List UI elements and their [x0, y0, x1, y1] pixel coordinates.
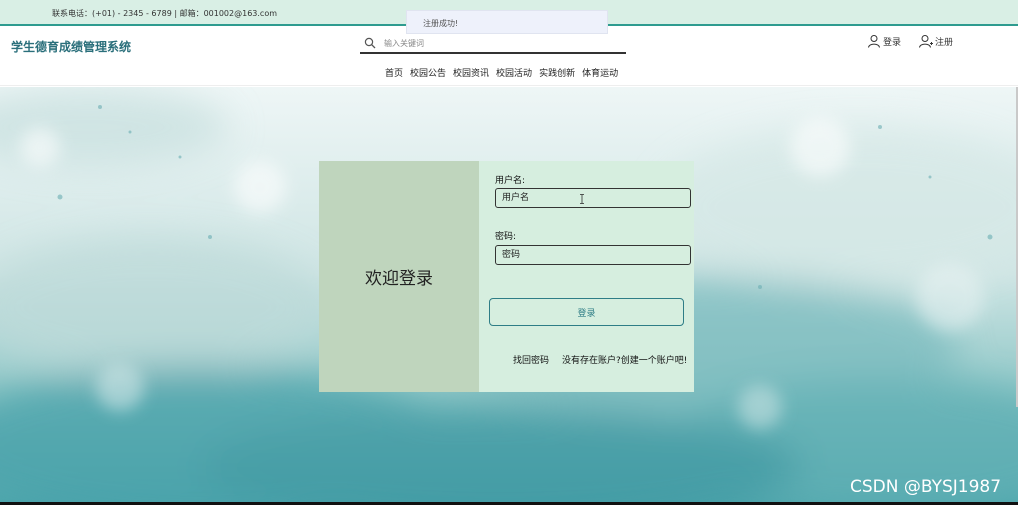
site-header: 学生德育成绩管理系统 登录 注册 首页 校园公告 校园资讯 校园活动 实践创新 … [0, 28, 1018, 86]
nav-item-sports[interactable]: 体育运动 [582, 66, 618, 79]
login-button[interactable]: 登录 [489, 298, 684, 326]
forgot-password-link[interactable]: 找回密码 [513, 353, 549, 366]
site-title[interactable]: 学生德育成绩管理系统 [11, 38, 131, 55]
user-icon [868, 35, 880, 48]
nav-item-activities[interactable]: 校园活动 [496, 66, 532, 79]
login-form: 用户名: 密码: 登录 找回密码 没有存在账户?创建一个账户吧! [479, 161, 694, 392]
main-nav: 首页 校园公告 校园资讯 校园活动 实践创新 体育运动 [385, 66, 618, 79]
create-account-link[interactable]: 没有存在账户?创建一个账户吧! [562, 353, 687, 366]
user-plus-icon [919, 35, 933, 48]
nav-item-news[interactable]: 校园资讯 [453, 66, 489, 79]
search-icon[interactable] [364, 37, 376, 49]
text-cursor-icon [580, 194, 584, 204]
login-link-label: 登录 [883, 37, 902, 48]
watermark: CSDN @BYSJ1987 [850, 477, 1002, 497]
username-label: 用户名: [495, 176, 526, 186]
login-link[interactable]: 登录 [867, 34, 901, 48]
register-link[interactable]: 注册 [919, 34, 953, 48]
success-toast: 注册成功! [406, 10, 608, 34]
welcome-panel: 欢迎登录 [319, 161, 479, 392]
username-field[interactable] [495, 188, 691, 208]
nav-item-announcements[interactable]: 校园公告 [410, 66, 446, 79]
register-link-label: 注册 [935, 37, 954, 48]
search-input[interactable] [384, 36, 614, 50]
nav-item-home[interactable]: 首页 [385, 66, 403, 79]
welcome-text: 欢迎登录 [365, 269, 433, 289]
toast-message: 注册成功! [423, 19, 459, 28]
search-bar [360, 34, 626, 54]
nav-item-practice[interactable]: 实践创新 [539, 66, 575, 79]
password-label: 密码: [495, 232, 517, 242]
password-field[interactable] [495, 245, 691, 265]
contact-info: 联系电话：(+01) - 2345 - 6789 | 邮箱：001002@163… [52, 9, 278, 18]
